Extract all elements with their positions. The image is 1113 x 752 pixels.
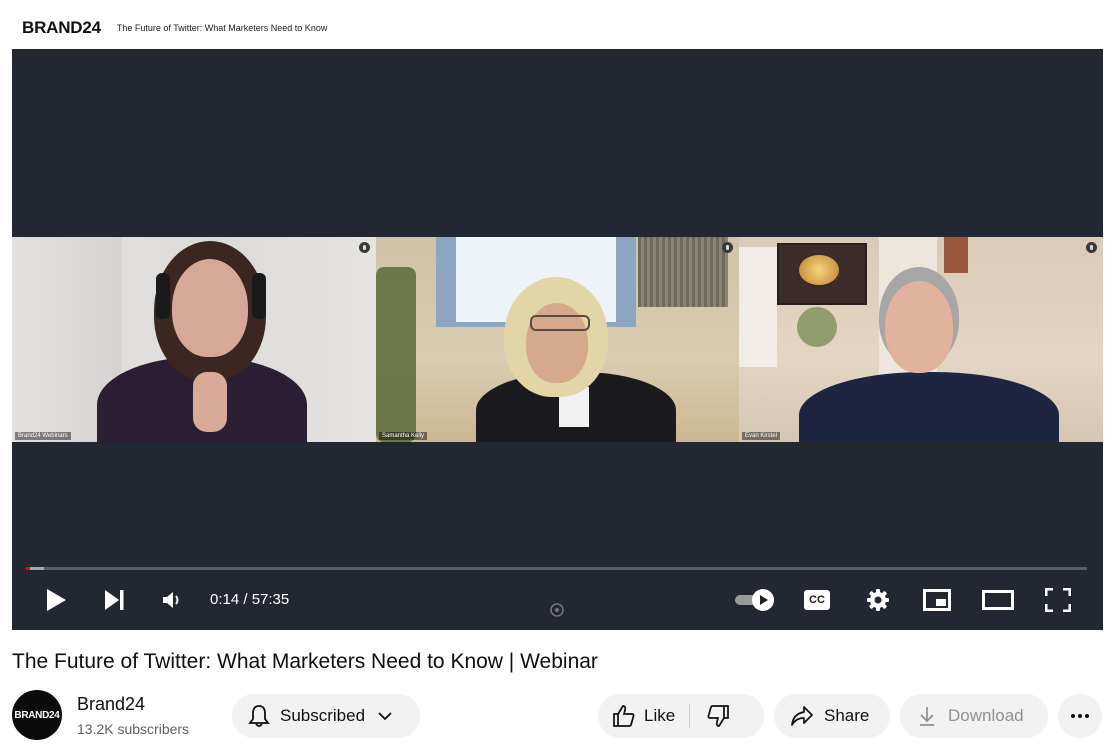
play-icon <box>47 589 66 611</box>
download-icon <box>920 707 934 726</box>
play-button[interactable] <box>42 586 70 614</box>
channel-avatar[interactable]: BRAND24 <box>12 690 62 740</box>
autoplay-toggle[interactable] <box>732 586 778 614</box>
mic-status-icon <box>1086 242 1097 253</box>
video-title: The Future of Twitter: What Marketers Ne… <box>12 650 598 673</box>
fullscreen-button[interactable] <box>1043 586 1073 614</box>
participant-image <box>12 237 376 442</box>
participant-tile-3: Evan Kirstel <box>739 237 1103 442</box>
mute-button[interactable] <box>158 586 186 614</box>
share-icon <box>791 706 813 726</box>
thumbs-down-icon <box>707 705 730 727</box>
miniplayer-button[interactable] <box>921 586 953 614</box>
volume-icon <box>163 592 179 608</box>
autoplay-toggle-icon <box>735 589 774 611</box>
theater-mode-icon <box>982 590 1014 610</box>
time-display: 0:14 / 57:35 <box>210 591 290 608</box>
subscriber-count: 13.2K subscribers <box>77 721 190 737</box>
video-brand-bar: BRAND24 The Future of Twitter: What Mark… <box>12 6 1103 49</box>
chapter-indicator <box>549 602 565 618</box>
participant-grid: Brand24 Webinars Samantha Kelly Evan Kir… <box>12 237 1103 442</box>
participant-image <box>739 237 1103 442</box>
chevron-down-icon <box>378 712 392 721</box>
next-button[interactable] <box>100 586 128 614</box>
avatar-text: BRAND24 <box>14 709 60 721</box>
gear-icon <box>867 589 889 611</box>
participant-name-tag: Samantha Kelly <box>379 432 428 440</box>
captions-button[interactable]: CC <box>802 586 832 614</box>
miniplayer-icon <box>923 589 951 611</box>
skip-next-icon <box>105 590 124 610</box>
participant-image <box>376 237 739 442</box>
like-dislike-group: Like <box>598 694 764 738</box>
share-button[interactable]: Share <box>774 694 890 738</box>
video-subtitle: The Future of Twitter: What Marketers Ne… <box>116 22 328 33</box>
progress-played <box>26 567 31 570</box>
fullscreen-icon <box>1045 588 1071 612</box>
theater-mode-button[interactable] <box>980 586 1016 614</box>
participant-name-tag: Brand24 Webinars <box>15 432 71 440</box>
settings-button[interactable] <box>863 586 893 614</box>
share-label: Share <box>824 706 870 725</box>
brand-logo: BRAND24 <box>22 17 101 37</box>
subscribed-label: Subscribed <box>280 706 366 725</box>
subscribed-button[interactable]: Subscribed <box>232 694 420 738</box>
chat-bubble-icon <box>550 603 564 617</box>
mic-status-icon <box>722 242 733 253</box>
download-button[interactable]: Download <box>900 694 1048 738</box>
mic-status-icon <box>359 242 370 253</box>
captions-icon: CC <box>804 590 830 610</box>
participant-tile-1: Brand24 Webinars <box>12 237 376 442</box>
dislike-button[interactable] <box>690 694 746 738</box>
like-label: Like <box>644 706 676 725</box>
bell-icon <box>248 705 270 727</box>
thumbs-up-icon <box>613 705 635 727</box>
channel-name[interactable]: Brand24 <box>77 694 145 715</box>
participant-name-tag: Evan Kirstel <box>742 432 781 440</box>
video-player[interactable]: BRAND24 The Future of Twitter: What Mark… <box>12 6 1103 630</box>
progress-bar[interactable] <box>26 567 1087 570</box>
download-label: Download <box>948 706 1024 725</box>
more-actions-button[interactable] <box>1058 694 1102 738</box>
captions-label: CC <box>809 594 825 606</box>
participant-tile-2: Samantha Kelly <box>376 237 739 442</box>
like-button[interactable]: Like <box>598 694 689 738</box>
more-horizontal-icon <box>1071 714 1089 718</box>
